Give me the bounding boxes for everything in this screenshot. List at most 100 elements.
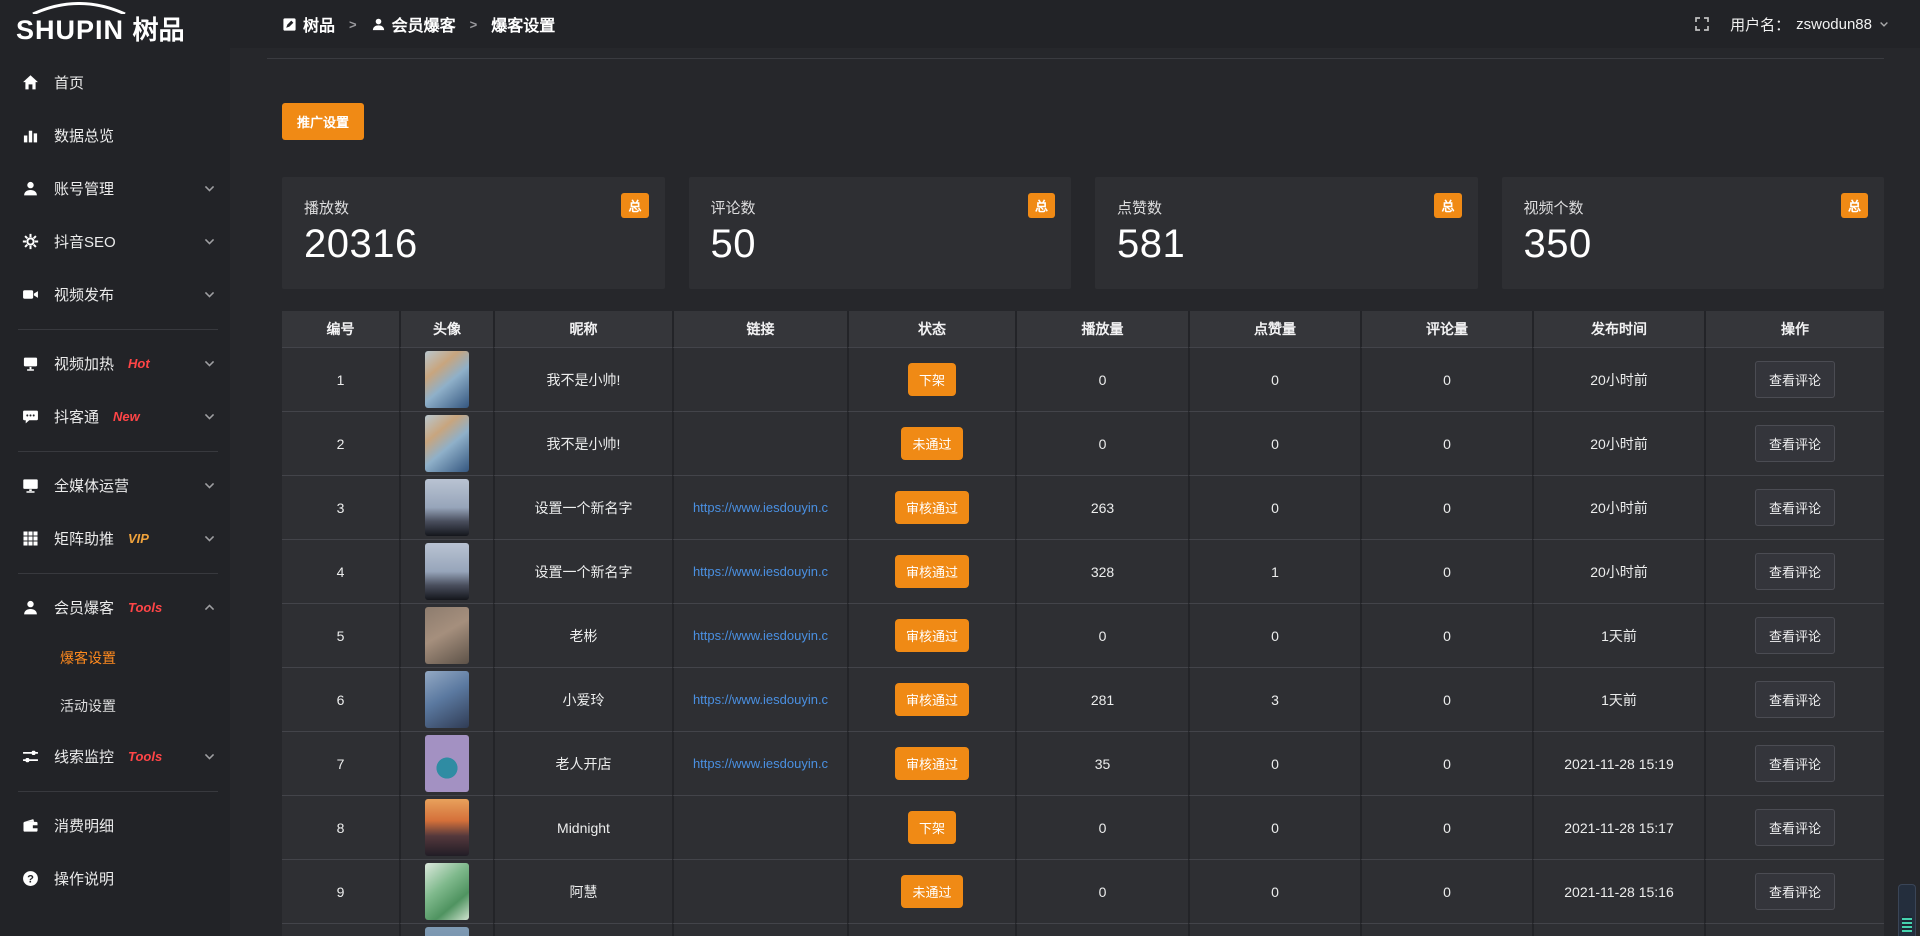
breadcrumb: 树品 > 会员爆客 > 爆客设置 xyxy=(282,12,555,36)
wallet-icon xyxy=(22,817,39,834)
cell-avatar xyxy=(399,795,493,859)
cell-likes xyxy=(1188,923,1360,936)
column-header: 头像 xyxy=(399,311,493,347)
view-comments-button[interactable]: 查看评论 xyxy=(1755,425,1835,462)
gear-icon xyxy=(22,233,39,250)
sidebar-item-label: 操作说明 xyxy=(54,868,114,889)
chevron-down-icon xyxy=(203,750,216,763)
sidebar-subitem-baoke-settings[interactable]: 爆客设置 xyxy=(0,634,230,682)
cell-avatar xyxy=(399,731,493,795)
chevron-down-icon xyxy=(203,235,216,248)
sidebar-item-label: 消费明细 xyxy=(54,815,114,836)
cell-nickname: 阿慧 xyxy=(493,859,672,923)
sidebar-item-label: 数据总览 xyxy=(54,125,114,146)
cell-avatar xyxy=(399,859,493,923)
cell-time: 20小时前 xyxy=(1532,539,1704,603)
view-comments-button[interactable]: 查看评论 xyxy=(1755,745,1835,782)
sidebar-subitem-activity-settings[interactable]: 活动设置 xyxy=(0,682,230,730)
cell-nickname: 设置一个新名字 xyxy=(493,475,672,539)
cell-action: 查看评论 xyxy=(1704,731,1884,795)
sidebar-item-media-operation[interactable]: 全媒体运营 xyxy=(0,459,230,512)
breadcrumb-item-member-baoke[interactable]: 会员爆客 xyxy=(371,12,456,36)
view-comments-button[interactable]: 查看评论 xyxy=(1755,553,1835,590)
logo-text-cn: 树品 xyxy=(132,15,184,45)
sidebar-item-operation-guide[interactable]: ? 操作说明 xyxy=(0,852,230,905)
sidebar-item-label: 视频加热 xyxy=(54,353,114,374)
total-badge: 总 xyxy=(1434,193,1461,218)
sidebar-item-consume-detail[interactable]: 消费明细 xyxy=(0,799,230,852)
view-comments-button[interactable]: 查看评论 xyxy=(1755,489,1835,526)
column-header: 编号 xyxy=(282,311,399,347)
cell-avatar xyxy=(399,411,493,475)
cell-id xyxy=(282,923,399,936)
video-link[interactable]: https://www.iesdouyin.c xyxy=(693,500,828,515)
view-comments-button[interactable]: 查看评论 xyxy=(1755,617,1835,654)
sidebar-item-account-manage[interactable]: 账号管理 xyxy=(0,162,230,215)
view-comments-button[interactable]: 查看评论 xyxy=(1755,681,1835,718)
cell-link: https://www.iesdouyin.c xyxy=(672,539,847,603)
chevron-down-icon xyxy=(203,288,216,301)
cell-link xyxy=(672,347,847,411)
cell-link: https://www.iesdouyin.c xyxy=(672,603,847,667)
logo-arc-icon xyxy=(30,2,128,14)
cell-action: 查看评论 xyxy=(1704,475,1884,539)
stat-card-value: 50 xyxy=(711,222,1050,267)
cell-nickname: 老人开店 xyxy=(493,731,672,795)
cell-comments: 0 xyxy=(1360,667,1532,731)
sliders-icon xyxy=(22,748,39,765)
view-comments-button[interactable]: 查看评论 xyxy=(1755,361,1835,398)
cell-status: 下架 xyxy=(847,795,1015,859)
fullscreen-icon[interactable] xyxy=(1694,16,1710,32)
video-link[interactable]: https://www.iesdouyin.c xyxy=(693,564,828,579)
question-icon: ? xyxy=(22,870,39,887)
cell-link: https://www.iesdouyin.c xyxy=(672,667,847,731)
sidebar-item-clue-monitor[interactable]: 线索监控Tools xyxy=(0,730,230,783)
stat-card-label: 播放数 xyxy=(304,197,643,218)
column-header: 播放量 xyxy=(1015,311,1188,347)
cell-status xyxy=(847,923,1015,936)
cell-avatar xyxy=(399,667,493,731)
main-content: 推广设置 播放数20316总评论数50总点赞数581总视频个数350总 编号头像… xyxy=(230,0,1920,936)
table-header-row: 编号头像昵称链接状态播放量点赞量评论量发布时间操作 xyxy=(282,311,1884,347)
sidebar-item-video-publish[interactable]: 视频发布 xyxy=(0,268,230,321)
cell-likes: 0 xyxy=(1188,859,1360,923)
table-row: 4设置一个新名字https://www.iesdouyin.c审核通过32810… xyxy=(282,539,1884,603)
cell-action: 查看评论 xyxy=(1704,667,1884,731)
sidebar-item-member-baoke[interactable]: 会员爆客Tools xyxy=(0,581,230,634)
avatar xyxy=(425,479,469,536)
sidebar-divider xyxy=(18,573,218,574)
column-header: 操作 xyxy=(1704,311,1884,347)
video-link[interactable]: https://www.iesdouyin.c xyxy=(693,692,828,707)
sidebar-item-video-heat[interactable]: 视频加热Hot xyxy=(0,337,230,390)
sidebar-item-matrix-boost[interactable]: 矩阵助推VIP xyxy=(0,512,230,565)
cell-likes: 0 xyxy=(1188,795,1360,859)
view-comments-button[interactable]: 查看评论 xyxy=(1755,809,1835,846)
floating-widget[interactable] xyxy=(1898,884,1916,936)
promo-settings-button[interactable]: 推广设置 xyxy=(282,103,364,140)
sidebar-item-label: 矩阵助推 xyxy=(54,528,114,549)
stat-card-0: 播放数20316总 xyxy=(282,177,665,289)
status-badge: 审核通过 xyxy=(895,683,969,716)
status-badge: 审核通过 xyxy=(895,555,969,588)
sidebar-item-douyin-seo[interactable]: 抖音SEO xyxy=(0,215,230,268)
cell-comments: 0 xyxy=(1360,347,1532,411)
cell-id: 1 xyxy=(282,347,399,411)
breadcrumb-item-shupin[interactable]: 树品 xyxy=(282,12,335,36)
video-link[interactable]: https://www.iesdouyin.c xyxy=(693,628,828,643)
video-link[interactable]: https://www.iesdouyin.c xyxy=(693,756,828,771)
sidebar-item-label: 线索监控 xyxy=(54,746,114,767)
cell-id: 3 xyxy=(282,475,399,539)
username-label: 用户名： xyxy=(1730,14,1790,35)
cell-action: 查看评论 xyxy=(1704,411,1884,475)
data-table: 编号头像昵称链接状态播放量点赞量评论量发布时间操作 1我不是小帅!下架00020… xyxy=(282,311,1884,936)
cell-comments: 0 xyxy=(1360,795,1532,859)
sidebar-item-data-overview[interactable]: 数据总览 xyxy=(0,109,230,162)
table-row: 1我不是小帅!下架00020小时前查看评论 xyxy=(282,347,1884,411)
table-row: 3设置一个新名字https://www.iesdouyin.c审核通过26300… xyxy=(282,475,1884,539)
sidebar-item-douketong[interactable]: 抖客通New xyxy=(0,390,230,443)
view-comments-button[interactable]: 查看评论 xyxy=(1755,873,1835,910)
chevron-down-icon xyxy=(203,532,216,545)
cell-time: 2021-11-28 15:16 xyxy=(1532,859,1704,923)
sidebar-item-home[interactable]: 首页 xyxy=(0,56,230,109)
user-menu[interactable]: 用户名： zswodun88 xyxy=(1730,14,1890,35)
